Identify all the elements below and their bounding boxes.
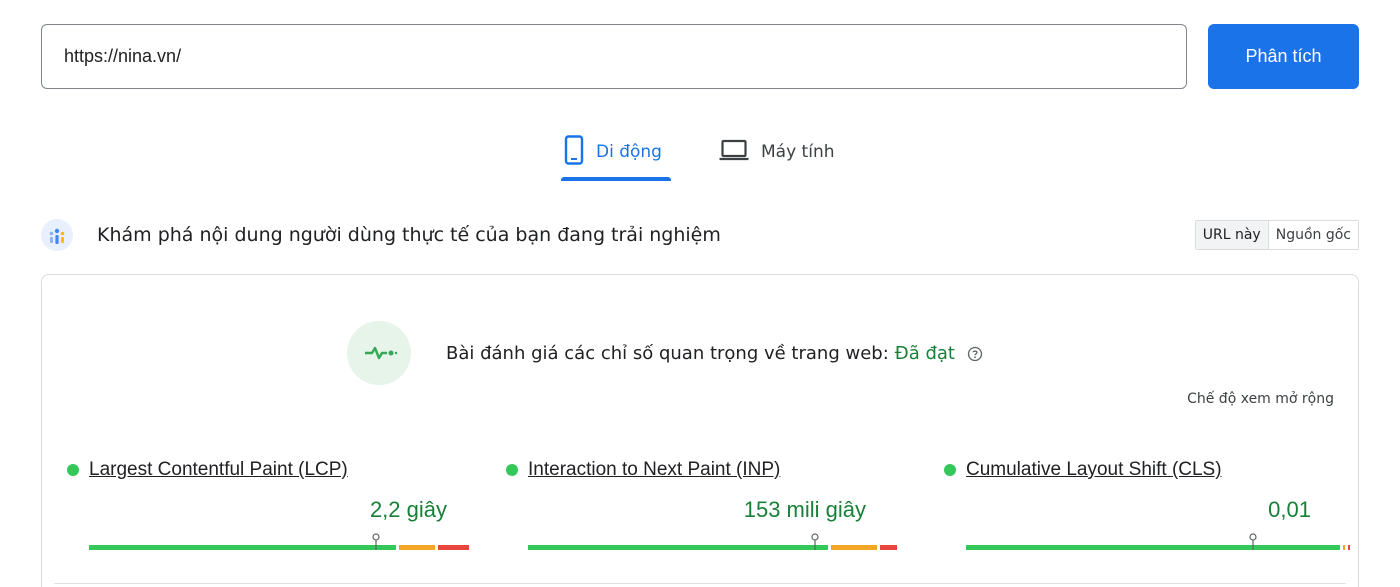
status-dot xyxy=(506,464,518,476)
crux-header: Khám phá nội dung người dùng thực tế của… xyxy=(41,218,1359,252)
distribution-bar-cls xyxy=(966,533,1351,553)
p75-marker-icon xyxy=(372,533,380,550)
cwv-assessment: Bài đánh giá các chỉ số quan trọng về tr… xyxy=(446,343,983,364)
metric-lcp: Largest Contentful Paint (LCP) 2,2 giây xyxy=(67,459,477,550)
distribution-needs-improvement-segment xyxy=(1343,545,1346,550)
metric-inp: Interaction to Next Paint (INP) 153 mili… xyxy=(506,459,916,550)
tab-desktop-label: Máy tính xyxy=(761,142,835,162)
metric-cls: Cumulative Layout Shift (CLS) 0,01 xyxy=(944,459,1354,550)
distribution-poor-segment xyxy=(1348,545,1351,550)
active-tab-indicator xyxy=(561,177,671,181)
cwv-panel: Bài đánh giá các chỉ số quan trọng về tr… xyxy=(41,274,1359,587)
distribution-poor-segment xyxy=(437,545,469,550)
distribution-needs-improvement-segment xyxy=(399,545,435,550)
help-icon[interactable] xyxy=(967,346,983,362)
distribution-bar-lcp xyxy=(89,533,472,553)
p75-marker-icon xyxy=(1249,533,1257,550)
vitals-pulse-icon xyxy=(347,321,411,385)
metric-name-lcp[interactable]: Largest Contentful Paint (LCP) xyxy=(89,459,348,481)
assessment-label: Bài đánh giá các chỉ số quan trọng về tr… xyxy=(446,343,889,364)
tab-mobile-label: Di động xyxy=(596,142,662,162)
phone-icon xyxy=(564,134,584,170)
crux-title: Khám phá nội dung người dùng thực tế của… xyxy=(97,224,721,246)
status-dot xyxy=(67,464,79,476)
p75-marker-icon xyxy=(811,533,819,550)
analyze-button[interactable]: Phân tích xyxy=(1208,24,1359,89)
metric-name-cls[interactable]: Cumulative Layout Shift (CLS) xyxy=(966,459,1222,481)
distribution-needs-improvement-segment xyxy=(830,545,878,550)
distribution-good-segment xyxy=(966,545,1341,550)
assessment-status: Đã đạt xyxy=(894,343,955,364)
url-origin-toggle: URL này Nguồn gốc xyxy=(1194,220,1359,250)
tab-desktop[interactable]: Máy tính xyxy=(719,124,835,180)
laptop-icon xyxy=(719,138,749,167)
distribution-good-segment xyxy=(89,545,397,550)
metric-name-inp[interactable]: Interaction to Next Paint (INP) xyxy=(528,459,780,481)
tab-mobile[interactable]: Di động xyxy=(564,124,662,180)
metric-value-inp: 153 mili giây xyxy=(743,497,866,522)
distribution-good-segment xyxy=(528,545,828,550)
expanded-view-link[interactable]: Chế độ xem mở rộng xyxy=(1187,391,1334,407)
divider xyxy=(54,583,1346,584)
device-tabs: Di động Máy tính xyxy=(0,124,1400,184)
crux-users-icon xyxy=(41,219,73,251)
url-input[interactable] xyxy=(41,24,1187,89)
status-dot xyxy=(944,464,956,476)
distribution-bar-inp xyxy=(528,533,911,553)
metric-value-cls: 0,01 xyxy=(1268,497,1311,522)
origin-button[interactable]: Nguồn gốc xyxy=(1268,221,1358,249)
distribution-poor-segment xyxy=(880,545,897,550)
metric-value-lcp: 2,2 giây xyxy=(369,497,447,522)
this-url-button[interactable]: URL này xyxy=(1195,221,1269,249)
